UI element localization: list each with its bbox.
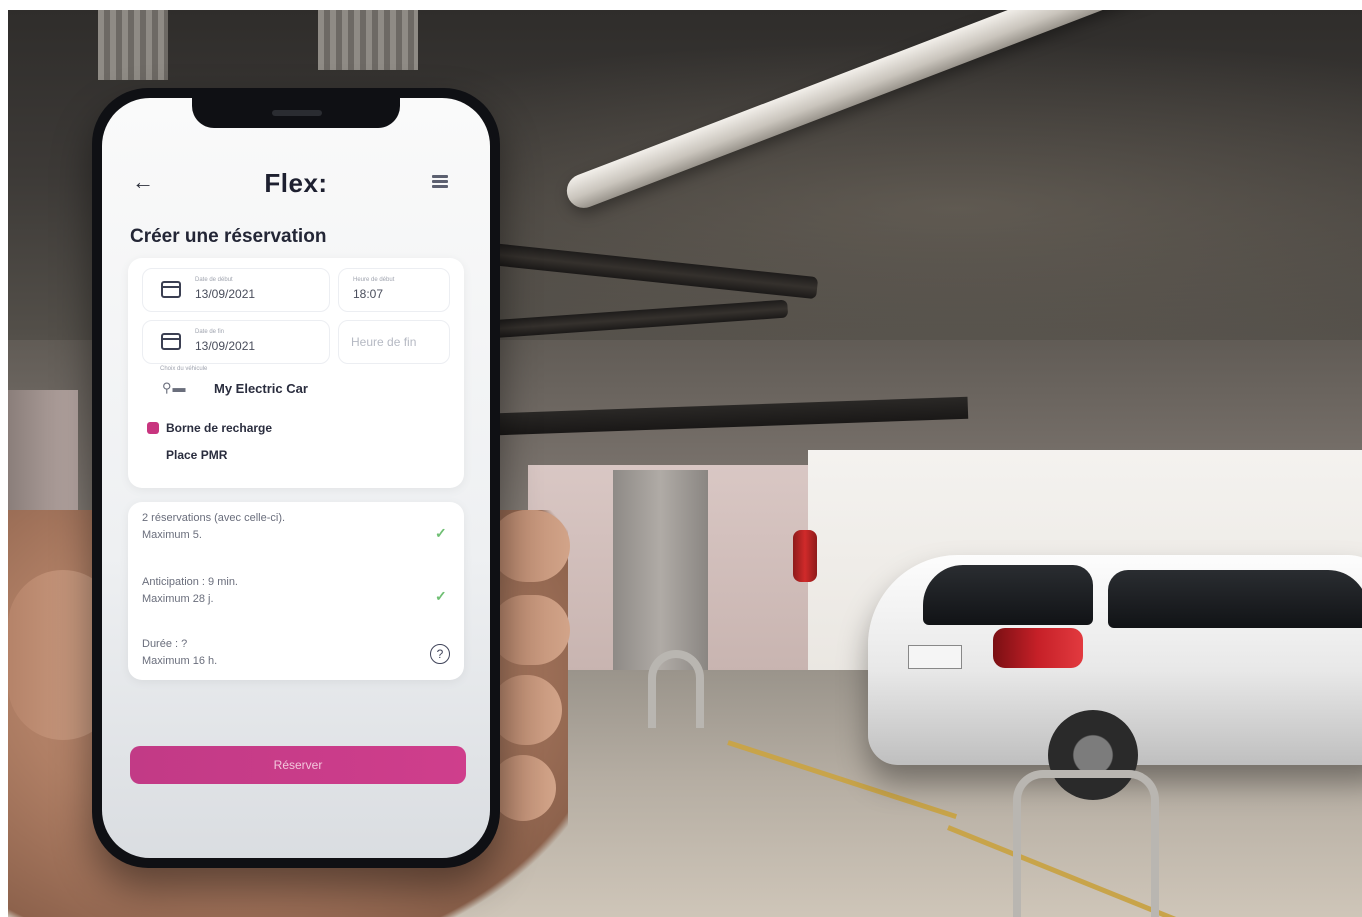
charging-station-label[interactable]: Borne de recharge [166,421,272,435]
parking-barrier [1013,770,1159,917]
rule-duration-line2: Maximum 16 h. [142,655,218,667]
fire-extinguisher [793,530,817,582]
app-header: ← Flex: [102,160,490,204]
car-tail-light [993,628,1083,668]
car-rear-window [923,565,1093,625]
start-date-field[interactable]: Date de début 13/09/2021 [142,268,330,312]
start-time-label: Heure de début [353,277,395,283]
start-date-value: 13/09/2021 [195,287,256,301]
pillar [613,470,708,670]
parking-barrier [648,650,704,728]
phone-screen: ← Flex: Créer une réservation Date de dé… [102,98,490,858]
start-time-value: 18:07 [353,287,384,301]
cable-tray [98,10,168,80]
calendar-icon [161,281,181,298]
smartphone: ← Flex: Créer une réservation Date de dé… [92,88,500,868]
phone-speaker [272,110,322,116]
finger [490,595,570,665]
ceiling-beam [497,396,969,436]
finger [490,510,570,582]
license-plate [908,645,962,669]
rule-reservations-line2: Maximum 5. [142,529,202,541]
rule-duration-line1: Durée : ? [142,638,188,650]
vehicle-label: Choix du véhicule [160,366,208,372]
cable-tray [318,10,418,70]
pmr-place-label[interactable]: Place PMR [166,448,227,462]
end-date-value: 13/09/2021 [195,339,256,353]
charging-station-checkbox[interactable] [147,422,159,434]
end-time-placeholder: Heure de fin [351,335,417,349]
reserve-button[interactable]: Réserver [130,746,466,784]
hamburger-menu-icon[interactable] [432,175,448,188]
finger [490,675,562,745]
check-icon: ✓ [435,525,447,541]
car-icon: ⚲▬ [162,380,187,395]
end-date-field[interactable]: Date de fin 13/09/2021 [142,320,330,364]
end-date-label: Date de fin [195,329,225,335]
check-icon: ✓ [435,588,447,604]
start-time-field[interactable]: Heure de début 18:07 [338,268,450,312]
rule-duration: Durée : ? Maximum 16 h. [142,636,402,670]
rule-anticipation: Anticipation : 9 min. Maximum 28 j. [142,574,402,608]
calendar-icon [161,333,181,350]
help-icon[interactable]: ? [430,644,450,664]
vehicle-select[interactable]: My Electric Car [214,381,308,396]
start-date-label: Date de début [195,277,233,283]
rule-anticipation-line1: Anticipation : 9 min. [142,576,238,588]
rule-anticipation-line2: Maximum 28 j. [142,593,214,605]
car-side-window [1108,570,1362,628]
end-time-field[interactable]: Heure de fin [338,320,450,364]
page-title: Créer une réservation [130,226,327,247]
rule-reservations-line1: 2 réservations (avec celle-ci). [142,512,286,524]
rule-reservations: 2 réservations (avec celle-ci). Maximum … [142,510,402,544]
